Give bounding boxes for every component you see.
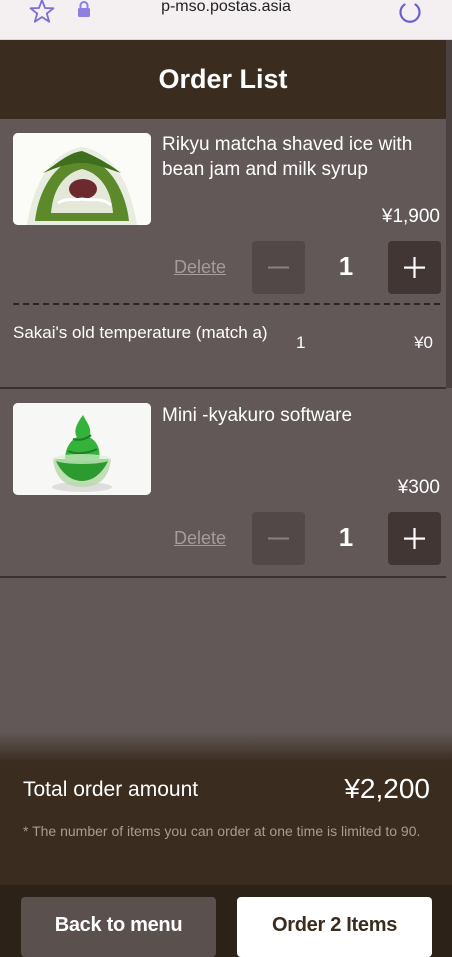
- option-name: Sakai's old temperature (match a): [13, 323, 268, 342]
- order-item: Rikyu matcha shaved ice with bean jam an…: [0, 119, 446, 389]
- item-image: [13, 403, 151, 495]
- item-price: ¥1,900: [381, 206, 440, 227]
- quantity-value: 1: [338, 522, 354, 552]
- option-price: ¥0: [414, 333, 433, 352]
- scrollbar[interactable]: [446, 40, 452, 388]
- decrease-quantity-button[interactable]: [252, 512, 305, 565]
- place-order-button[interactable]: Order 2 Items: [237, 897, 432, 957]
- back-to-menu-button[interactable]: Back to menu: [21, 897, 216, 957]
- order-footer: Total order amount ¥2,200 * The number o…: [0, 761, 452, 957]
- order-item: Mini -kyakuro software ¥300 Delete 1: [0, 390, 446, 576]
- page-header: Order List: [0, 40, 446, 119]
- quantity-value: 1: [338, 251, 354, 281]
- action-bar: Back to menu Order 2 Items: [0, 885, 452, 957]
- power-icon[interactable]: [397, 0, 423, 24]
- plus-icon: [404, 257, 425, 278]
- delete-link[interactable]: Delete: [174, 528, 226, 549]
- browser-toolbar: p-mso.postas.asia: [0, 0, 452, 40]
- increase-quantity-button[interactable]: [388, 241, 441, 294]
- total-label: Total order amount: [23, 778, 199, 801]
- item-image: [13, 133, 151, 225]
- minus-icon: [268, 266, 289, 269]
- order-limit-note: * The number of items you can order at o…: [23, 823, 421, 839]
- delete-link[interactable]: Delete: [174, 257, 226, 278]
- total-amount: ¥2,200: [344, 773, 430, 804]
- option-quantity: 1: [296, 333, 306, 352]
- item-separator: [0, 387, 446, 389]
- item-divider-dashed: [13, 303, 440, 305]
- url-text[interactable]: p-mso.postas.asia: [0, 0, 452, 16]
- page-title: Order List: [158, 64, 288, 94]
- minus-icon: [268, 537, 289, 540]
- footer-shadow: [0, 732, 452, 762]
- increase-quantity-button[interactable]: [388, 512, 441, 565]
- item-separator: [0, 576, 446, 578]
- decrease-quantity-button[interactable]: [252, 241, 305, 294]
- item-price: ¥300: [397, 477, 440, 498]
- plus-icon: [404, 528, 425, 549]
- item-name: Mini -kyakuro software: [162, 405, 353, 426]
- item-name: Rikyu matcha shaved ice with bean jam an…: [162, 134, 413, 180]
